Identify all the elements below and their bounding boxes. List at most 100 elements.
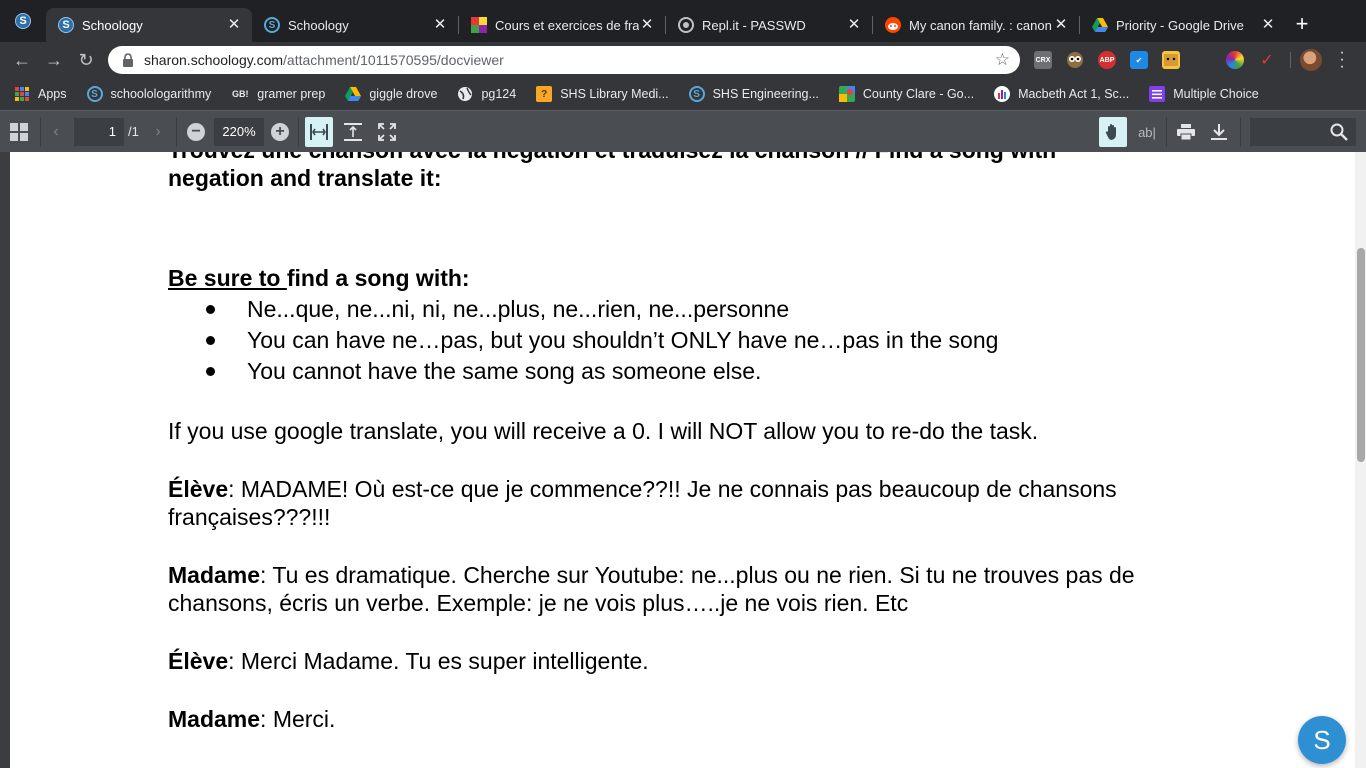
close-icon[interactable]: ✕ bbox=[226, 17, 242, 33]
reload-icon[interactable]: ↻ bbox=[74, 48, 98, 72]
bookmark-giggle-drove[interactable]: giggle drove bbox=[345, 86, 437, 102]
zoom-in-button[interactable]: + bbox=[270, 120, 290, 144]
dialogue-text: : MADAME! Où est-ce que je commence??!! … bbox=[168, 476, 1117, 530]
bookmark-county-clare[interactable]: County Clare - Go... bbox=[838, 86, 974, 102]
list-item-text: You cannot have the same song as someone… bbox=[247, 358, 762, 384]
tab-replit[interactable]: Repl.it - PASSWD ✕ bbox=[666, 8, 872, 42]
library-icon: ? bbox=[536, 86, 553, 102]
close-icon[interactable]: ✕ bbox=[846, 17, 862, 33]
bookmark-label: Macbeth Act 1, Sc... bbox=[1018, 87, 1130, 101]
previous-page-icon[interactable]: ‹ bbox=[48, 120, 64, 144]
tab-google-drive[interactable]: Priority - Google Drive ✕ bbox=[1080, 8, 1286, 42]
hand-icon bbox=[1105, 124, 1116, 141]
toolbar-divider bbox=[1290, 52, 1291, 68]
schoology-icon: S bbox=[86, 86, 103, 102]
adblock-plus-icon[interactable]: ABP bbox=[1098, 51, 1116, 69]
text-select-tool[interactable]: ab | bbox=[1135, 120, 1159, 144]
pinned-tab[interactable]: S bbox=[0, 0, 46, 42]
profile-avatar[interactable] bbox=[1300, 49, 1322, 71]
download-icon[interactable] bbox=[1208, 120, 1230, 144]
macbeth-icon bbox=[994, 86, 1011, 102]
schoology-help-button[interactable]: S bbox=[1298, 716, 1346, 764]
bookmark-schoolologarithmy[interactable]: S schoolologarithmy bbox=[86, 86, 212, 102]
translate-warning: If you use google translate, you will re… bbox=[168, 418, 1039, 444]
document-content: Trouvez une chanson avec la négation et … bbox=[168, 152, 1198, 733]
dialogue-text: : Merci Madame. Tu es super intelligente… bbox=[228, 648, 649, 674]
bookmark-gramer-prep[interactable]: GB! gramer prep bbox=[231, 86, 325, 102]
close-icon[interactable]: ✕ bbox=[1260, 17, 1276, 33]
bullet-icon bbox=[206, 336, 215, 345]
dark-extension-icon[interactable] bbox=[1194, 51, 1212, 69]
schoology-icon: S bbox=[58, 17, 74, 33]
bookmark-macbeth[interactable]: Macbeth Act 1, Sc... bbox=[994, 86, 1129, 102]
close-icon[interactable]: ✕ bbox=[639, 17, 655, 33]
bookmark-shs-engineering[interactable]: S SHS Engineering... bbox=[688, 86, 819, 102]
bookmarks-bar: Apps S schoolologarithmy GB! gramer prep… bbox=[0, 78, 1366, 110]
tab-schoology-active[interactable]: S Schoology ✕ bbox=[46, 8, 252, 42]
list-item-text: You can have ne…pas, but you shouldn’t O… bbox=[247, 327, 999, 353]
bullet-icon bbox=[206, 305, 215, 314]
checkmark-extension-icon[interactable]: ✔ bbox=[1130, 51, 1148, 69]
schoology-icon: S bbox=[264, 17, 280, 33]
scrollbar-thumb[interactable] bbox=[1357, 248, 1365, 462]
zoom-out-button[interactable]: − bbox=[186, 120, 206, 144]
new-tab-button[interactable]: + bbox=[1290, 12, 1314, 36]
tab-reddit[interactable]: My canon family. : canon ✕ bbox=[873, 8, 1079, 42]
tab-schoology[interactable]: S Schoology ✕ bbox=[252, 8, 458, 42]
text-select-label: ab bbox=[1138, 124, 1153, 140]
owl-extension-icon[interactable] bbox=[1066, 51, 1084, 69]
fit-height-icon[interactable] bbox=[342, 120, 364, 144]
pan-hand-button[interactable] bbox=[1099, 117, 1127, 147]
tab-title: Schoology bbox=[82, 17, 143, 33]
next-page-icon[interactable]: › bbox=[150, 120, 166, 144]
bookmark-label: SHS Library Medi... bbox=[560, 87, 669, 101]
fit-width-icon bbox=[310, 124, 328, 140]
crx-extension-icon[interactable]: CRX bbox=[1034, 51, 1052, 69]
page-number-input[interactable]: 1 bbox=[74, 118, 124, 146]
bookmark-label: Apps bbox=[38, 87, 67, 101]
back-arrow-icon[interactable]: ← bbox=[10, 48, 34, 72]
replit-icon bbox=[678, 17, 694, 33]
bookmark-multiple-choice[interactable]: Multiple Choice bbox=[1149, 86, 1259, 102]
print-icon[interactable] bbox=[1175, 120, 1197, 144]
heading-line-1: Trouvez une chanson avec la négation et … bbox=[168, 152, 1198, 164]
bookmark-apps[interactable]: Apps bbox=[14, 86, 67, 102]
box-extension-icon[interactable] bbox=[1162, 51, 1180, 69]
list-item: Ne...que, ne...ni, ni, ne...plus, ne...r… bbox=[168, 294, 1198, 325]
bookmark-label: schoolologarithmy bbox=[110, 87, 212, 101]
speaker-name: Élève bbox=[168, 476, 229, 502]
thumbnails-grid-icon[interactable] bbox=[8, 120, 30, 144]
bookmark-star-icon[interactable]: ☆ bbox=[995, 50, 1010, 70]
google-drive-icon bbox=[1092, 17, 1108, 33]
address-bar[interactable]: sharon.schoology.com/attachment/10115705… bbox=[108, 46, 1020, 74]
dialogue-line: Madame: Merci. bbox=[168, 705, 1198, 733]
tab-cours-exercices[interactable]: Cours et exercices de fra ✕ bbox=[459, 8, 665, 42]
bookmark-label: pg124 bbox=[481, 87, 517, 101]
bookmark-label: SHS Engineering... bbox=[712, 87, 819, 101]
url-path: /attachment/1011570595/docviewer bbox=[283, 52, 504, 68]
tab-strip: S S Schoology ✕ S Schoology ✕ Cours et e… bbox=[0, 0, 1366, 42]
document-viewport[interactable]: Trouvez une chanson avec la négation et … bbox=[0, 152, 1366, 768]
toolbar-divider bbox=[40, 117, 41, 147]
page-total: /1 bbox=[128, 124, 139, 139]
forward-arrow-icon[interactable]: → bbox=[42, 48, 66, 72]
url-host: sharon.schoology.com bbox=[144, 52, 284, 68]
close-icon[interactable]: ✕ bbox=[1053, 17, 1069, 33]
bookmark-label: gramer prep bbox=[257, 87, 326, 101]
close-icon[interactable]: ✕ bbox=[432, 17, 448, 33]
dialogue-text: : Tu es dramatique. Cherche sur Youtube:… bbox=[168, 562, 1135, 616]
bookmark-label: Multiple Choice bbox=[1173, 87, 1259, 101]
search-icon[interactable] bbox=[1328, 120, 1350, 144]
colorful-squares-icon bbox=[471, 17, 487, 33]
bookmark-shs-library[interactable]: ? SHS Library Medi... bbox=[536, 86, 669, 102]
reddit-icon bbox=[885, 17, 901, 33]
fit-width-button[interactable] bbox=[305, 117, 333, 147]
bookmark-pg124[interactable]: pg124 bbox=[457, 86, 516, 102]
color-wheel-extension-icon[interactable] bbox=[1226, 51, 1244, 69]
zoom-level-input[interactable]: 220% bbox=[214, 118, 264, 146]
swoosh-extension-icon[interactable]: ✓ bbox=[1258, 51, 1276, 69]
heading-line-2: negation and translate it: bbox=[168, 165, 442, 191]
menu-kebab-icon[interactable]: · · · bbox=[1338, 45, 1346, 75]
fullscreen-icon[interactable] bbox=[376, 120, 398, 144]
google-drive-icon bbox=[345, 86, 362, 102]
